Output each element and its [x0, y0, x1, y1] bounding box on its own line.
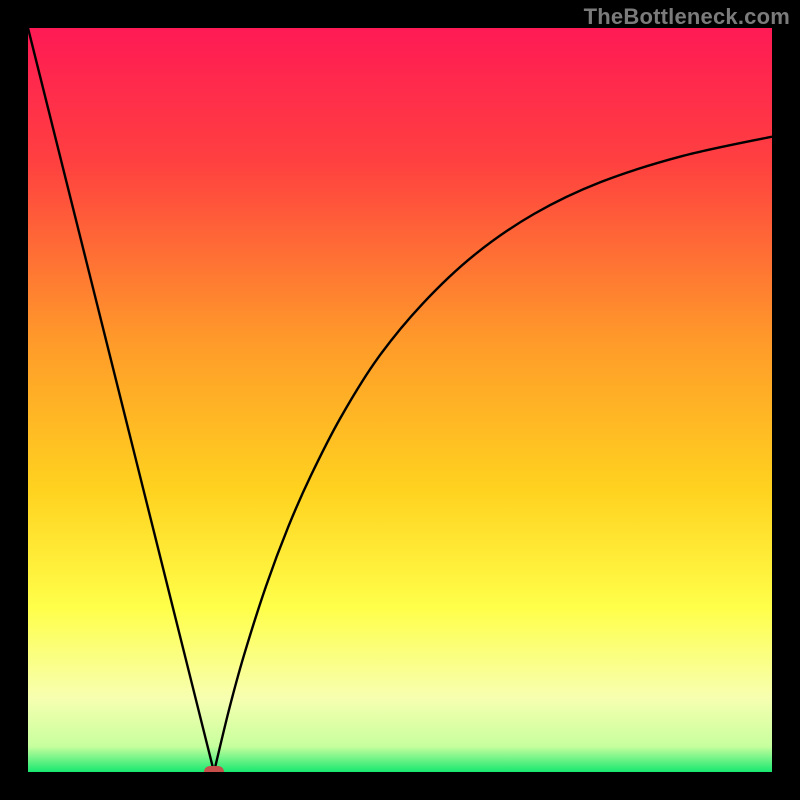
plot-area [28, 28, 772, 772]
chart-frame: TheBottleneck.com [0, 0, 800, 800]
chart-canvas [28, 28, 772, 772]
background-gradient [28, 28, 772, 772]
watermark-text: TheBottleneck.com [584, 4, 790, 30]
minimum-marker [204, 766, 224, 772]
